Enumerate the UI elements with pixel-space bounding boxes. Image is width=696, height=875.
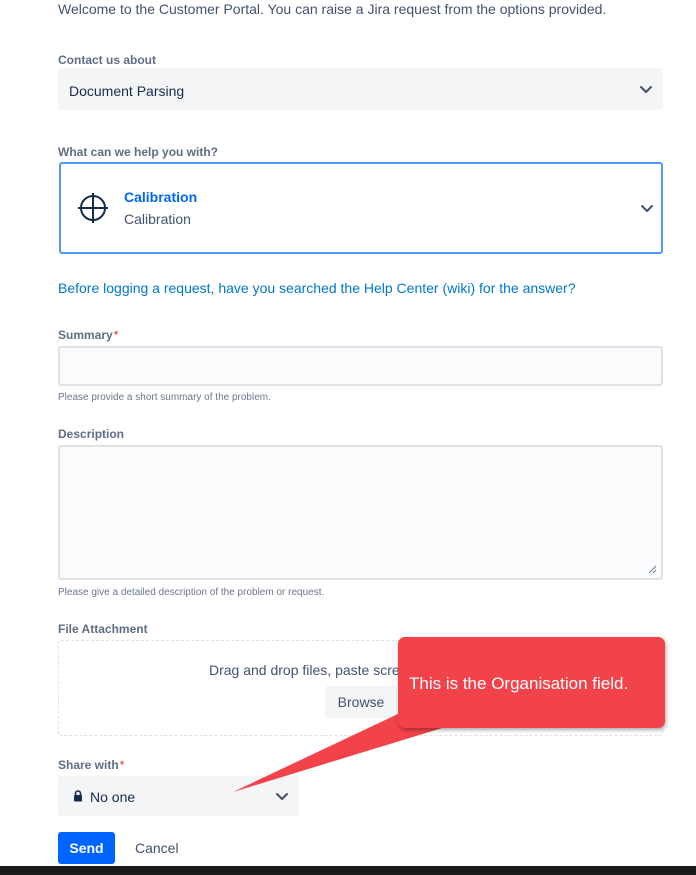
summary-hint: Please provide a short summary of the pr… xyxy=(58,392,271,403)
bottom-bar xyxy=(0,866,696,875)
crosshair-icon xyxy=(78,193,108,223)
description-hint: Please give a detailed description of th… xyxy=(58,587,325,598)
share-with-select[interactable]: No one xyxy=(58,776,299,816)
required-marker: * xyxy=(119,758,125,772)
send-button[interactable]: Send xyxy=(58,832,115,864)
summary-input[interactable] xyxy=(58,346,663,386)
request-type-title: Calibration xyxy=(124,189,198,205)
required-marker: * xyxy=(113,328,119,342)
chevron-down-icon xyxy=(640,86,652,93)
annotation-callout: This is the Organisation field. xyxy=(398,637,665,728)
chevron-down-icon xyxy=(641,205,653,212)
lock-icon xyxy=(74,790,82,802)
summary-label-text: Summary xyxy=(58,328,113,342)
cancel-button[interactable]: Cancel xyxy=(135,840,179,856)
share-label: Share with* xyxy=(58,757,124,773)
attachment-label: File Attachment xyxy=(58,622,148,636)
description-label: Description xyxy=(58,427,125,441)
intro-text: Welcome to the Customer Portal. You can … xyxy=(58,1,607,17)
resize-handle-icon[interactable] xyxy=(647,564,657,574)
contact-label: Contact us about xyxy=(58,53,156,67)
request-type-select[interactable]: Calibration Calibration xyxy=(59,162,663,254)
browse-button[interactable]: Browse xyxy=(325,686,397,718)
help-center-link[interactable]: Before logging a request, have you searc… xyxy=(58,280,576,296)
chevron-down-icon xyxy=(276,793,288,800)
description-textarea[interactable] xyxy=(58,445,663,580)
contact-select[interactable]: Document Parsing xyxy=(58,68,663,110)
share-label-text: Share with xyxy=(58,758,119,772)
request-type-description: Calibration xyxy=(124,211,191,227)
help-with-label: What can we help you with? xyxy=(58,145,219,159)
share-with-value: No one xyxy=(90,789,136,805)
contact-select-value: Document Parsing xyxy=(69,83,185,99)
summary-label: Summary* xyxy=(58,327,118,343)
callout-text: This is the Organisation field. xyxy=(409,674,629,693)
